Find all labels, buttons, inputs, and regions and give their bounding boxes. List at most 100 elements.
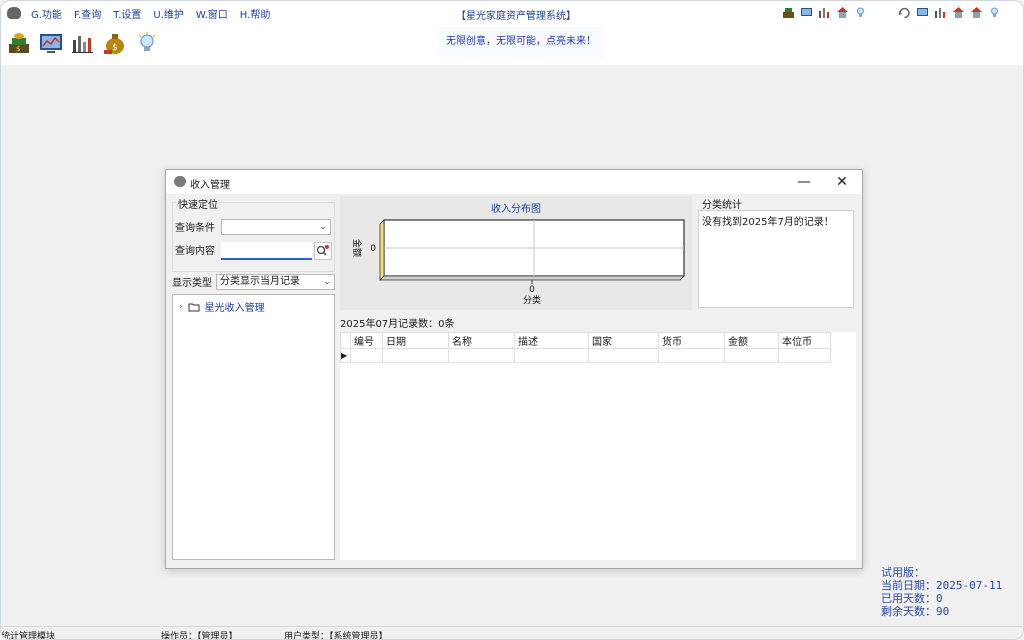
menu-help[interactable]: H.帮助 xyxy=(240,6,271,21)
col-currency[interactable]: 货币 xyxy=(658,332,725,349)
days-used-label: 已用天数：0 xyxy=(881,592,943,605)
category-tree: › 星光收入管理 xyxy=(172,294,335,560)
money-bag-button[interactable]: $ xyxy=(5,29,33,57)
dialog-titlebar[interactable]: 收入管理 — ✕ xyxy=(166,170,862,194)
display-type-value: 分类显示当月记录 xyxy=(220,276,300,287)
menu-bar: G.功能 F.查询 T.设置 U.维护 W.窗口 H.帮助 xyxy=(7,5,282,21)
trial-version-label: 试用版： xyxy=(881,566,925,579)
cell-empty[interactable] xyxy=(724,348,779,363)
y-tick-label: 0 xyxy=(370,244,376,254)
monitor-mini-icon[interactable] xyxy=(800,6,813,19)
chevron-down-icon: ⌄ xyxy=(319,222,327,232)
money-bag-icon: $ xyxy=(9,33,29,53)
bulb-mini-icon[interactable] xyxy=(854,6,867,19)
chevron-down-icon: ⌄ xyxy=(323,277,331,287)
app-window: G.功能 F.查询 T.设置 U.维护 W.窗口 H.帮助 【星光家庭资产管理系… xyxy=(0,0,1024,640)
dialog-title: 收入管理 xyxy=(190,180,230,191)
query-condition-select[interactable]: ⌄ xyxy=(221,219,331,235)
trial-info: 试用版： 当前日期：2025-07-11 已用天数：0 剩余天数：90 xyxy=(881,566,1002,618)
category-stats-title: 分类统计 xyxy=(700,196,744,211)
days-remaining-label: 剩余天数：90 xyxy=(881,605,950,618)
svg-text:$: $ xyxy=(16,45,20,53)
col-amount[interactable]: 金额 xyxy=(724,332,779,349)
record-count-label: 2025年07月记录数：0条 xyxy=(340,319,455,330)
cell-empty[interactable] xyxy=(588,348,659,363)
chart-floor xyxy=(379,275,685,281)
minimize-button[interactable]: — xyxy=(790,173,818,191)
income-management-dialog: 收入管理 — ✕ 快速定位 查询条件 ⌄ 查询内容 显示类型 分类显示当月记录 xyxy=(165,169,863,569)
tree-root-node[interactable]: › 星光收入管理 xyxy=(179,299,265,315)
quick-icons-left xyxy=(782,6,867,19)
search-icon xyxy=(316,245,329,256)
y-axis-label: 金额 xyxy=(351,239,363,257)
chevron-right-icon[interactable]: › xyxy=(179,302,183,312)
lightbulb-button[interactable] xyxy=(133,29,161,57)
cell-empty[interactable] xyxy=(514,348,589,363)
search-button[interactable] xyxy=(314,242,332,260)
cell-empty[interactable] xyxy=(658,348,725,363)
lightbulb-icon xyxy=(138,32,156,51)
display-type-label: 显示类型 xyxy=(172,278,212,289)
slogan-banner: 无限创意，无限可能，点亮未来！ xyxy=(439,27,603,57)
query-content-label: 查询内容 xyxy=(175,246,215,257)
col-description[interactable]: 描述 xyxy=(514,332,589,349)
house-mini-icon-3[interactable] xyxy=(970,6,983,19)
col-date[interactable]: 日期 xyxy=(382,332,449,349)
money-bag-mini-icon[interactable] xyxy=(782,6,795,19)
col-name[interactable]: 名称 xyxy=(448,332,515,349)
main-toolbar: $ $ xyxy=(5,29,161,57)
bar-chart-button[interactable] xyxy=(69,29,97,57)
status-bar: 统计管理模块 操作员：【管理员】 用户类型：【系统管理员】 xyxy=(1,626,1023,640)
bar-chart-icon xyxy=(72,36,93,53)
menu-function[interactable]: G.功能 xyxy=(31,6,62,21)
cell-empty[interactable] xyxy=(778,348,831,363)
col-country[interactable]: 国家 xyxy=(588,332,659,349)
grid-header-row: 编号 日期 名称 描述 国家 货币 金额 本位币 xyxy=(340,332,831,349)
bulb-mini-icon-2[interactable] xyxy=(988,6,1001,19)
row-indicator-header xyxy=(340,332,351,349)
current-date-label: 当前日期：2025-07-11 xyxy=(881,579,1003,592)
dialog-app-icon xyxy=(174,176,186,187)
top-bar: G.功能 F.查询 T.设置 U.维护 W.窗口 H.帮助 【星光家庭资产管理系… xyxy=(1,1,1023,65)
app-logo-icon xyxy=(7,7,21,19)
svg-text:$: $ xyxy=(112,43,118,53)
chart-canvas: 收入分布图0金额0分类 xyxy=(351,202,685,306)
menu-settings[interactable]: T.设置 xyxy=(113,6,141,21)
menu-window[interactable]: W.窗口 xyxy=(196,6,228,21)
bar-chart-mini-icon[interactable] xyxy=(818,6,831,19)
quick-icons-right xyxy=(898,6,1001,19)
dollar-bag-button[interactable]: $ xyxy=(101,29,129,57)
stats-message: 没有找到2025年7月的记录！ xyxy=(702,217,834,228)
menu-maintenance[interactable]: U.维护 xyxy=(153,6,184,21)
display-type-select[interactable]: 分类显示当月记录 ⌄ xyxy=(216,274,335,290)
chart-wall xyxy=(379,219,385,281)
tree-root-label: 星光收入管理 xyxy=(204,303,265,314)
house-mini-icon-2[interactable] xyxy=(952,6,965,19)
col-base-currency[interactable]: 本位币 xyxy=(778,332,831,349)
status-user-type: 用户类型：【系统管理员】 xyxy=(284,632,388,640)
monitor-mini-icon-2[interactable] xyxy=(916,6,929,19)
refresh-mini-icon[interactable] xyxy=(898,6,911,19)
category-stats-box: 没有找到2025年7月的记录！ xyxy=(698,210,854,308)
col-id[interactable]: 编号 xyxy=(350,332,383,349)
folder-icon xyxy=(188,303,200,311)
cell-empty[interactable] xyxy=(350,348,383,363)
house-mini-icon[interactable] xyxy=(836,6,849,19)
cell-empty[interactable] xyxy=(448,348,515,363)
app-title: 【星光家庭资产管理系统】 xyxy=(456,11,576,22)
close-button[interactable]: ✕ xyxy=(828,173,856,191)
income-records-grid: 编号 日期 名称 描述 国家 货币 金额 本位币 ▶ xyxy=(340,332,856,560)
menu-query[interactable]: F.查询 xyxy=(74,6,101,21)
records-table: 编号 日期 名称 描述 国家 货币 金额 本位币 ▶ xyxy=(340,332,831,363)
row-pointer-icon: ▶ xyxy=(340,348,351,363)
x-axis-label: 分类 xyxy=(523,294,541,306)
monitor-chart-button[interactable] xyxy=(37,29,65,57)
bar-chart-mini-icon-2[interactable] xyxy=(934,6,947,19)
x-tick-label: 0 xyxy=(529,285,535,295)
income-distribution-chart: 收入分布图 0 金额 0 分类 xyxy=(340,196,692,310)
query-content-input[interactable] xyxy=(221,242,312,260)
status-operator: 操作员：【管理员】 xyxy=(161,632,238,640)
cell-empty[interactable] xyxy=(382,348,449,363)
quick-locate-title: 快速定位 xyxy=(176,196,220,211)
new-record-row[interactable]: ▶ xyxy=(340,348,831,363)
